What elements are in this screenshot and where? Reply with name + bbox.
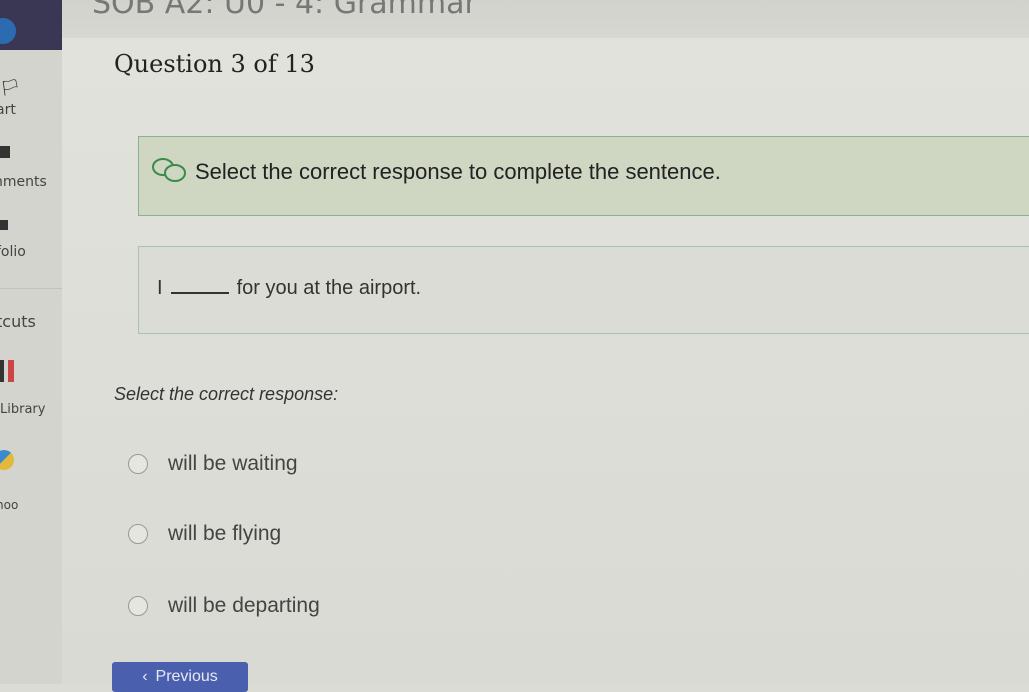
option-will-be-departing[interactable]: will be departing — [128, 594, 320, 618]
option-will-be-waiting[interactable]: will be waiting — [128, 452, 298, 476]
breadcrumb: SOB A2: U0 - 4: Grammar — [92, 0, 477, 21]
sidebar-item-portfolio[interactable]: folio — [0, 244, 26, 260]
radio-button[interactable] — [128, 524, 148, 544]
library-icon — [0, 360, 16, 382]
sidebar: 🏳 art nments folio tcuts Library noo — [0, 0, 62, 684]
assignments-icon — [0, 146, 10, 158]
option-label: will be flying — [168, 522, 282, 545]
question-counter: Question 3 of 13 — [114, 50, 315, 78]
chat-bubbles-icon — [152, 158, 186, 182]
brand-logo — [0, 0, 62, 50]
prompt-box: Select the correct response to complete … — [138, 136, 1029, 216]
globe-icon — [0, 450, 14, 470]
instruction-text: Select the correct response: — [114, 384, 339, 404]
chevron-left-icon: ‹ — [142, 668, 148, 685]
option-label: will be waiting — [168, 452, 298, 475]
sentence: I for you at the airport. — [157, 277, 421, 300]
previous-label: Previous — [155, 668, 218, 685]
option-label: will be departing — [168, 594, 320, 617]
question-panel: Question 3 of 13 Select the correct resp… — [62, 38, 1029, 692]
sidebar-item-shortcuts[interactable]: tcuts — [0, 312, 36, 331]
sentence-before: I — [157, 277, 163, 299]
sidebar-item-start[interactable]: art — [0, 102, 16, 118]
flag-icon: 🏳 — [0, 78, 21, 97]
sidebar-item-library[interactable]: Library — [0, 402, 45, 417]
portfolio-icon — [0, 220, 8, 230]
previous-button[interactable]: ‹ Previous — [112, 662, 248, 692]
option-will-be-flying[interactable]: will be flying — [128, 522, 281, 546]
sidebar-item-assignments[interactable]: nments — [0, 174, 47, 190]
radio-button[interactable] — [128, 596, 148, 616]
answer-blank — [170, 278, 229, 294]
radio-button[interactable] — [128, 454, 148, 474]
prompt-text: Select the correct response to complete … — [195, 159, 721, 184]
sidebar-item-noo[interactable]: noo — [0, 498, 18, 512]
logo-icon — [0, 18, 16, 44]
top-bar: SOB A2: U0 - 4: Grammar — [0, 0, 1029, 38]
sidebar-divider — [0, 288, 62, 289]
sentence-box: I for you at the airport. — [138, 246, 1029, 334]
sentence-after: for you at the airport. — [236, 277, 422, 299]
